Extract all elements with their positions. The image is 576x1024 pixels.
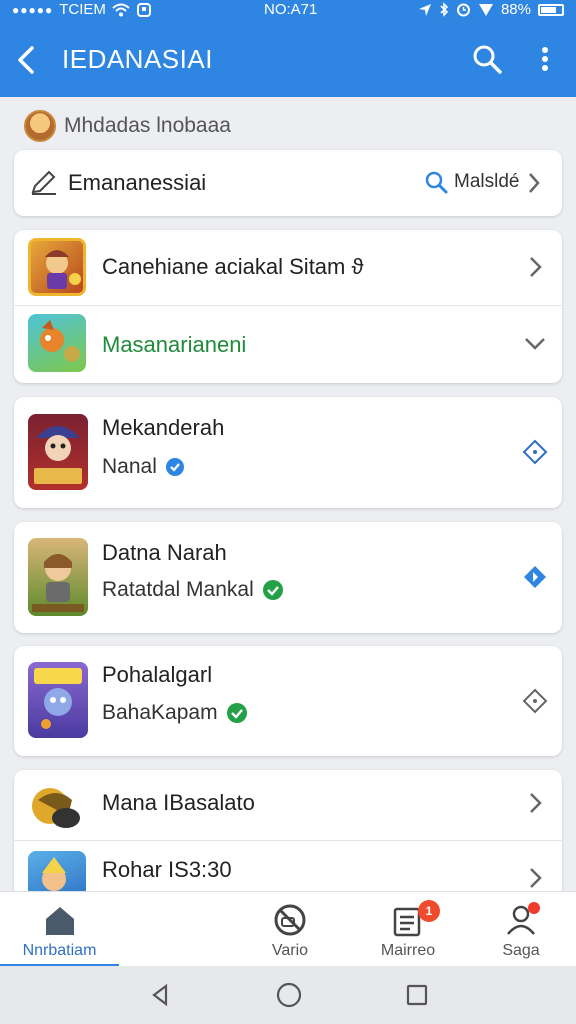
game-icon [28,662,88,738]
list-item[interactable]: Mana IBasalato [14,770,562,840]
chevron-down-icon[interactable] [522,330,548,356]
item-title: Canehiane aciakal Sitam ϑ [102,254,364,279]
chevron-right-icon[interactable] [522,790,548,816]
notification-badge: 1 [418,900,440,922]
nav-item-home[interactable]: Nnrbatiam [0,892,119,967]
edit-icon [31,170,56,195]
chevron-right-icon[interactable] [522,865,548,891]
bottom-navigation: Nnrbatiam Vario 1 Mairreo Saga [0,891,576,967]
game-icon [28,314,86,372]
battery-icon [538,3,564,16]
battery-percent: 88% [500,1,531,18]
more-vertical-icon[interactable] [532,42,558,76]
game-group-card: Canehiane aciakal Sitam ϑ Masanarianeni [14,230,562,383]
game-icon [28,778,86,836]
nav-item-saga[interactable]: Saga [466,892,576,967]
signal-icon: ●●●●● [12,2,54,17]
nav-item-vario[interactable]: Vario [232,892,348,967]
status-bar: ●●●●● TCIEM NO:A71 88% [0,0,576,20]
card-title: Pohalalgarl [102,662,213,687]
filter-action-label[interactable]: Malsldé [454,171,519,193]
game-group-card: Mana IBasalato Rohar IS3:30 [14,770,562,910]
nav-label: Vario [271,942,309,959]
top-bar: ●●●●● TCIEM NO:A71 88% IEDANASIAI [0,0,576,97]
no-camera-icon [274,904,306,936]
filter-label: Emananessiai [68,170,207,195]
screen: ●●●●● TCIEM NO:A71 88% IEDANASIAI Mhdada… [0,0,576,1024]
page-title: IEDANASIAI [62,44,213,74]
location-icon [418,3,431,16]
card-subtitle: Ratatdal Mankal [102,578,284,602]
avatar [24,110,56,142]
card-subtitle-text: Ratatdal Mankal [102,578,254,601]
back-triangle-icon[interactable] [148,983,172,1007]
diamond-outline-icon[interactable] [522,439,548,465]
game-card[interactable]: Datna Narah Ratatdal Mankal [14,522,562,633]
game-card[interactable]: Pohalalgarl BahaKapam [14,646,562,756]
wifi-icon [112,3,130,16]
verified-badge-icon [165,458,184,476]
recents-square-icon[interactable] [405,983,429,1007]
system-navigation-bar [0,966,576,1024]
search-icon[interactable] [470,42,504,76]
filter-card[interactable]: Emananessiai Malsldé [14,150,562,216]
home-icon [45,907,74,935]
check-badge-icon [262,580,283,600]
chevron-right-icon[interactable] [526,170,542,196]
check-badge-icon [226,703,247,723]
card-subtitle: BahaKapam [102,701,248,725]
game-icon [28,538,88,616]
bluetooth-icon [440,2,449,17]
nav-item-mairreo[interactable]: 1 Mairreo [350,892,466,967]
card-title: Mekanderah [102,415,225,440]
item-title: Masanarianeni [102,332,247,357]
notification-icon [136,2,151,17]
card-subtitle-text: Nanal [102,455,157,478]
back-arrow-icon[interactable] [12,42,44,78]
list-item[interactable]: Canehiane aciakal Sitam ϑ [14,230,562,305]
home-circle-icon[interactable] [276,982,302,1008]
game-card[interactable]: Mekanderah Nanal [14,397,562,508]
card-subtitle: Nanal [102,455,185,479]
list-item[interactable]: Masanarianeni [14,306,562,383]
item-title: Mana IBasalato [102,790,255,815]
dot-badge [528,902,540,914]
nav-label: Saga [502,942,540,959]
nav-label: Mairreo [380,942,436,959]
card-subtitle-text: BahaKapam [102,701,218,724]
alarm-icon [456,3,470,17]
card-title: Datna Narah [102,540,227,565]
section-label: Mhdadas lnobaaa [64,114,231,137]
carrier-label: TCIEM [59,1,106,18]
search-icon [425,171,448,194]
nav-label: Nnrbatiam [22,942,97,959]
section-header: Mhdadas lnobaaa [24,110,231,142]
item-title: Rohar IS3:30 [102,857,232,882]
game-icon [28,238,86,296]
status-time: NO:A71 [264,1,318,18]
cell-signal-icon [478,3,493,16]
diamond-filled-icon[interactable] [522,564,548,590]
game-icon [28,414,88,490]
chevron-right-icon[interactable] [522,254,548,280]
diamond-outline-icon[interactable] [522,688,548,714]
